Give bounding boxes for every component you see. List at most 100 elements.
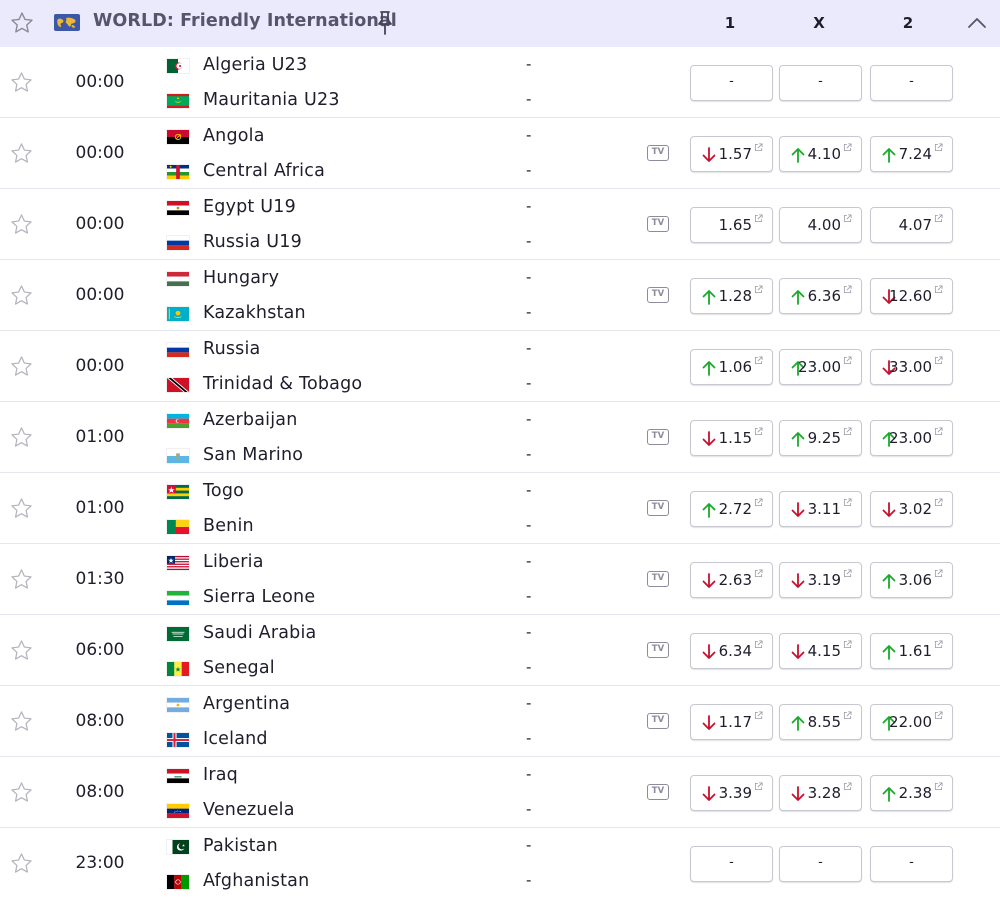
odds-button-away[interactable]: 4.07	[870, 207, 953, 243]
home-team-name[interactable]: Pakistan	[203, 836, 278, 856]
home-team-name[interactable]: Saudi Arabia	[203, 623, 316, 643]
match-row[interactable]: 00:00 Algeria U23 Mauritania U23 - - - - -	[0, 47, 1000, 118]
odds-button-home[interactable]: -	[690, 65, 773, 101]
home-score: -	[526, 765, 532, 783]
favorite-league-star-icon[interactable]	[9, 10, 35, 36]
odds-button-draw[interactable]: 4.00	[779, 207, 862, 243]
odds-button-draw[interactable]: -	[779, 65, 862, 101]
away-team-name[interactable]: Sierra Leone	[203, 587, 315, 607]
home-team-name[interactable]: Russia	[203, 339, 261, 359]
away-team-name[interactable]: Kazakhstan	[203, 303, 306, 323]
match-row[interactable]: 01:00 Azerbaijan San Marino - - TV 1.15 9.25 23.…	[0, 402, 1000, 473]
tv-icon[interactable]: TV	[647, 287, 669, 303]
home-team-name[interactable]: Egypt U19	[203, 197, 296, 217]
odds-button-away[interactable]: 22.00	[870, 704, 953, 740]
odds-button-draw[interactable]: 9.25	[779, 420, 862, 456]
match-row[interactable]: 23:00 Pakistan Afghanistan - - - - -	[0, 828, 1000, 898]
odds-button-draw[interactable]: 4.10	[779, 136, 862, 172]
external-link-icon	[934, 214, 943, 223]
favorite-match-star-icon[interactable]	[9, 354, 34, 379]
odds-button-away[interactable]: 2.38	[870, 775, 953, 811]
tv-icon[interactable]: TV	[647, 642, 669, 658]
match-row[interactable]: 00:00 Russia Trinidad & Tobago - - 1.06 23.00 3…	[0, 331, 1000, 402]
odds-button-away[interactable]: 7.24	[870, 136, 953, 172]
away-team-name[interactable]: Central Africa	[203, 161, 325, 181]
favorite-match-star-icon[interactable]	[9, 851, 34, 876]
odds-button-away[interactable]: -	[870, 846, 953, 882]
odds-button-away[interactable]: 33.00	[870, 349, 953, 385]
odds-button-draw[interactable]: 4.15	[779, 633, 862, 669]
odds-button-away[interactable]: 23.00	[870, 420, 953, 456]
tv-icon[interactable]: TV	[647, 571, 669, 587]
favorite-match-star-icon[interactable]	[9, 780, 34, 805]
away-team-name[interactable]: Venezuela	[203, 800, 295, 820]
match-row[interactable]: 08:00 Iraq Venezuela - - TV 3.39 3.28 2.38	[0, 757, 1000, 828]
home-team-name[interactable]: Angola	[203, 126, 265, 146]
league-title[interactable]: WORLD: Friendly International	[93, 11, 397, 31]
home-team-name[interactable]: Argentina	[203, 694, 290, 714]
odds-button-home[interactable]: 1.06	[690, 349, 773, 385]
tv-icon[interactable]: TV	[647, 500, 669, 516]
favorite-match-star-icon[interactable]	[9, 141, 34, 166]
home-team-name[interactable]: Iraq	[203, 765, 238, 785]
match-row[interactable]: 06:00 Saudi Arabia Senegal - - TV 6.34 4.15 1.61	[0, 615, 1000, 686]
home-team-name[interactable]: Azerbaijan	[203, 410, 298, 430]
match-row[interactable]: 01:00 Togo Benin - - TV 2.72 3.11 3.02	[0, 473, 1000, 544]
match-row[interactable]: 00:00 Egypt U19 Russia U19 - - TV 1.65 4.00 4.07	[0, 189, 1000, 260]
odds-button-away[interactable]: 3.06	[870, 562, 953, 598]
match-row[interactable]: 00:00 Hungary Kazakhstan - - TV 1.28 6.36 12.60	[0, 260, 1000, 331]
odds-button-home[interactable]: 6.34	[690, 633, 773, 669]
odds-button-home[interactable]: 1.65	[690, 207, 773, 243]
match-row[interactable]: 00:00 Angola Central Africa - - TV 1.57 4.10 7.2…	[0, 118, 1000, 189]
pin-icon[interactable]	[375, 10, 395, 36]
favorite-match-star-icon[interactable]	[9, 638, 34, 663]
odds-button-draw[interactable]: 3.28	[779, 775, 862, 811]
tv-icon[interactable]: TV	[647, 784, 669, 800]
tv-icon[interactable]: TV	[647, 713, 669, 729]
home-team-name[interactable]: Togo	[203, 481, 244, 501]
away-team-name[interactable]: Benin	[203, 516, 254, 536]
odds-button-away[interactable]: 12.60	[870, 278, 953, 314]
odds-button-draw[interactable]: 23.00	[779, 349, 862, 385]
away-team-name[interactable]: Mauritania U23	[203, 90, 340, 110]
odds-button-home[interactable]: 3.39	[690, 775, 773, 811]
away-team-name[interactable]: Iceland	[203, 729, 268, 749]
favorite-match-star-icon[interactable]	[9, 283, 34, 308]
odds-button-home[interactable]: 2.72	[690, 491, 773, 527]
world-flag-icon	[54, 14, 80, 31]
odds-button-draw[interactable]: -	[779, 846, 862, 882]
favorite-match-star-icon[interactable]	[9, 567, 34, 592]
away-team-name[interactable]: Russia U19	[203, 232, 302, 252]
odds-button-away[interactable]: -	[870, 65, 953, 101]
odds-button-home[interactable]: 1.28	[690, 278, 773, 314]
away-team-name[interactable]: San Marino	[203, 445, 303, 465]
collapse-chevron-icon[interactable]	[966, 13, 988, 33]
odds-button-away[interactable]: 1.61	[870, 633, 953, 669]
odds-button-home[interactable]: 1.17	[690, 704, 773, 740]
odds-button-home[interactable]: 2.63	[690, 562, 773, 598]
odds-button-draw[interactable]: 8.55	[779, 704, 862, 740]
away-team-name[interactable]: Trinidad & Tobago	[203, 374, 362, 394]
home-team-name[interactable]: Algeria U23	[203, 55, 307, 75]
favorite-match-star-icon[interactable]	[9, 425, 34, 450]
favorite-match-star-icon[interactable]	[9, 709, 34, 734]
favorite-match-star-icon[interactable]	[9, 212, 34, 237]
odds-button-home[interactable]: -	[690, 846, 773, 882]
odds-button-draw[interactable]: 6.36	[779, 278, 862, 314]
favorite-match-star-icon[interactable]	[9, 70, 34, 95]
away-team-name[interactable]: Senegal	[203, 658, 275, 678]
odds-button-away[interactable]: 3.02	[870, 491, 953, 527]
away-team-name[interactable]: Afghanistan	[203, 871, 309, 891]
match-row[interactable]: 08:00 Argentina Iceland - - TV 1.17 8.55 22.00	[0, 686, 1000, 757]
odds-button-home[interactable]: 1.57	[690, 136, 773, 172]
home-team-name[interactable]: Hungary	[203, 268, 279, 288]
favorite-match-star-icon[interactable]	[9, 496, 34, 521]
tv-icon[interactable]: TV	[647, 145, 669, 161]
home-team-name[interactable]: Liberia	[203, 552, 264, 572]
tv-icon[interactable]: TV	[647, 216, 669, 232]
match-row[interactable]: 01:30 Liberia Sierra Leone - - TV 2.63 3.19 3.06	[0, 544, 1000, 615]
odds-button-draw[interactable]: 3.11	[779, 491, 862, 527]
tv-icon[interactable]: TV	[647, 429, 669, 445]
odds-button-home[interactable]: 1.15	[690, 420, 773, 456]
odds-button-draw[interactable]: 3.19	[779, 562, 862, 598]
